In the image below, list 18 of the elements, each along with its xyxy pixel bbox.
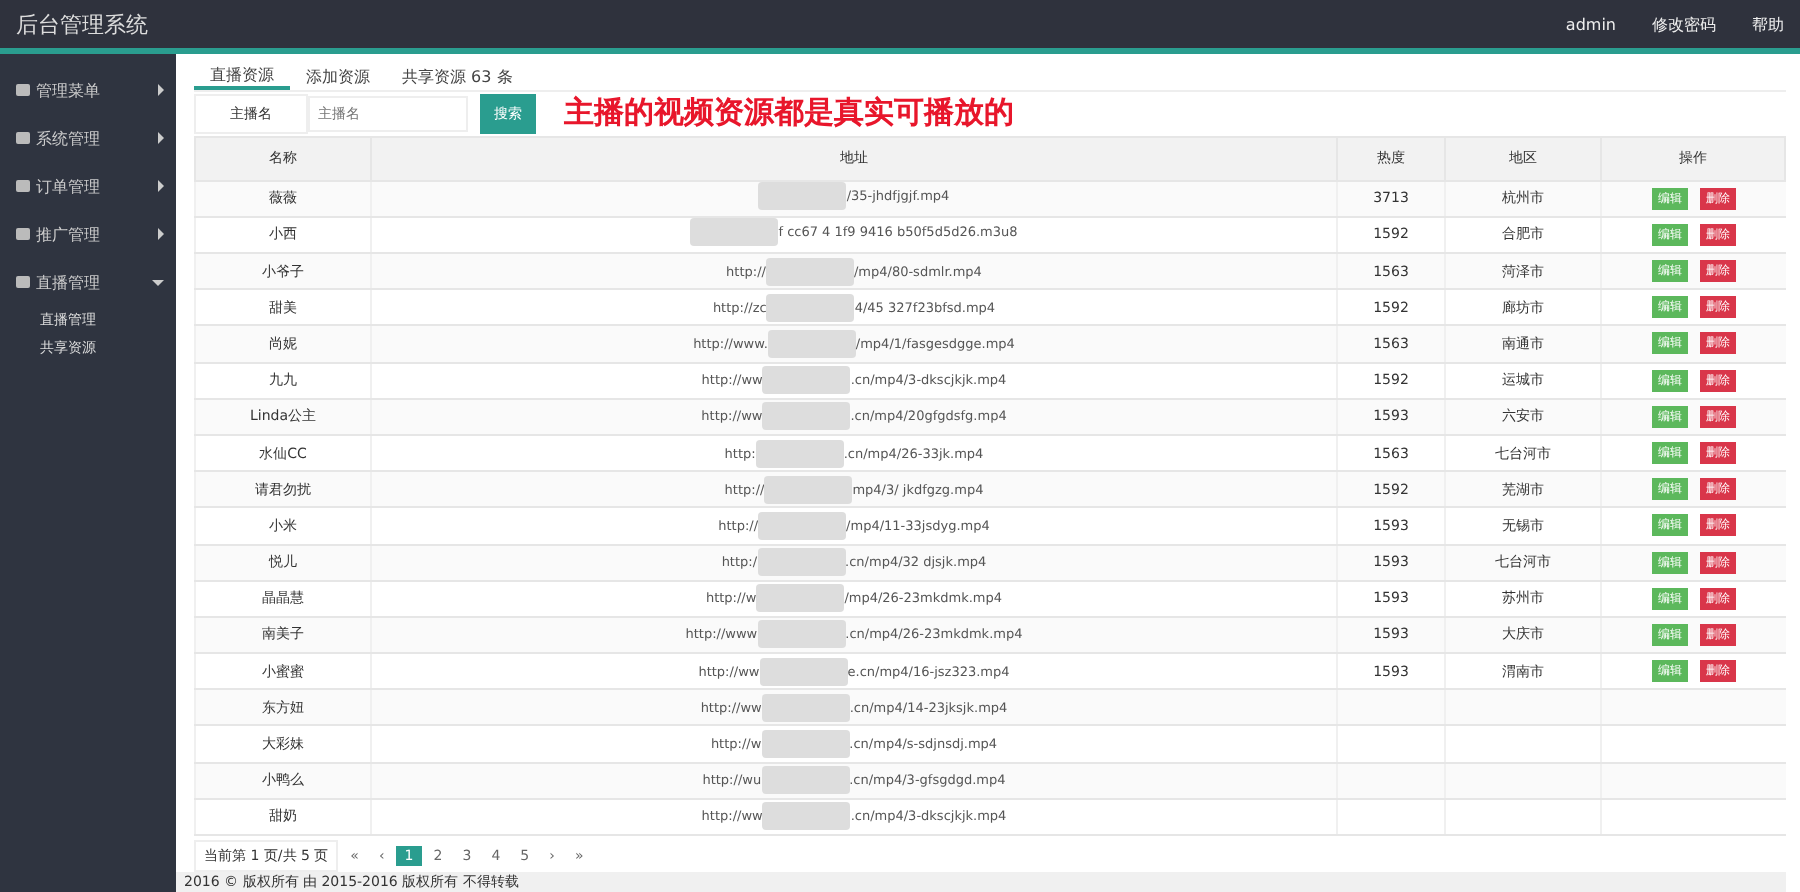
menu-item-icon [16,276,30,288]
menu-item-icon [16,84,30,96]
tab[interactable]: 添加资源 [290,62,386,91]
app-title: 后台管理系统 [16,9,150,39]
menu-item-icon [16,132,30,144]
sidebar-item[interactable]: 推广管理 [0,210,176,258]
sidebar-item[interactable]: 直播管理 [0,258,176,306]
sidebar-item[interactable]: 管理菜单 [0,66,176,114]
menu-item-icon [16,228,30,240]
tab[interactable]: 直播资源 [194,62,290,91]
top-link[interactable]: 修改密码 [1652,13,1716,35]
tab[interactable]: 共享资源 63 条 [386,62,529,91]
sidebar-item[interactable]: 订单管理 [0,162,176,210]
top-link[interactable]: 帮助 [1752,13,1784,35]
menu-item-icon [16,180,30,192]
caption: 主播的视频资源都是真实可播放的 [564,94,1014,133]
sidebar-item[interactable]: 系统管理 [0,114,176,162]
top-link[interactable]: admin [1565,15,1616,33]
